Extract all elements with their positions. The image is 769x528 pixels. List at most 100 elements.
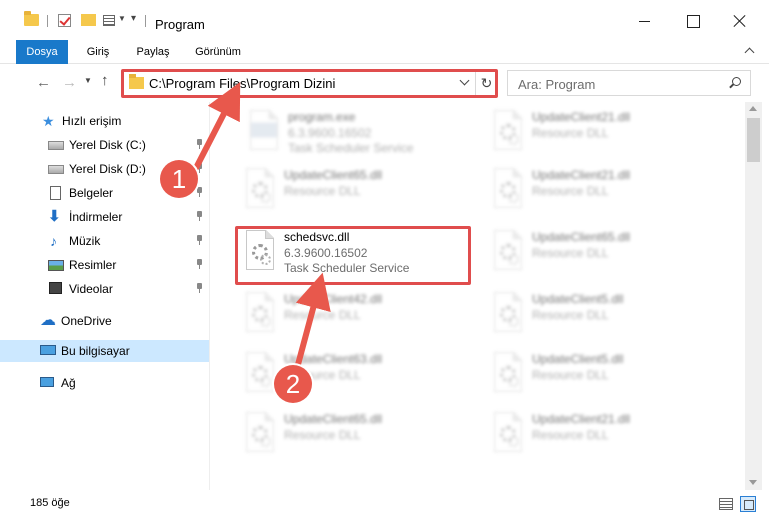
sidebar-item-label: Resimler [69, 258, 117, 272]
details-view-icon[interactable] [719, 498, 733, 510]
sidebar-item-label: Ağ [61, 376, 76, 390]
large-icons-view-icon[interactable] [740, 496, 756, 512]
list-item-schedsvc[interactable]: schedsvc.dll 6.3.9600.16502 Task Schedul… [236, 226, 466, 276]
refresh-icon[interactable]: ↻ [475, 71, 497, 95]
forward-arrow-icon[interactable]: → [62, 74, 77, 91]
sidebar-item-quick-access[interactable]: ★ Hızlı erişim [0, 110, 209, 132]
dll-file-icon [242, 352, 278, 394]
music-icon: ♪ [50, 233, 57, 249]
list-item[interactable]: UpdateClient21.dll Resource DLL [484, 106, 714, 156]
pin-icon [194, 282, 204, 294]
list-item[interactable]: UpdateClient21.dll Resource DLL [484, 408, 714, 458]
search-input[interactable]: Ara: Program [518, 77, 595, 92]
vertical-scrollbar[interactable] [745, 102, 762, 490]
pin-icon [194, 138, 204, 150]
file-description: Resource DLL [284, 308, 361, 322]
maximize-button[interactable] [686, 14, 700, 28]
sidebar-item-this-pc[interactable]: Bu bilgisayar [0, 340, 209, 362]
file-description: Task Scheduler Service [288, 141, 414, 155]
dll-file-icon [242, 168, 278, 210]
sidebar-item-downloads[interactable]: ⬇ İndirmeler [0, 206, 209, 228]
back-arrow-icon[interactable]: ← [36, 74, 51, 91]
file-description: Resource DLL [532, 428, 609, 442]
minimize-button[interactable] [638, 14, 652, 28]
ribbon: Dosya Giriş Paylaş Görünüm [0, 40, 769, 64]
dll-file-icon [490, 110, 526, 152]
expand-ribbon-icon[interactable] [744, 46, 758, 60]
sidebar-item-label: Yerel Disk (D:) [69, 162, 146, 176]
explorer-window: ▼ ▾ Program Dosya Giriş Paylaş Görünüm ←… [0, 0, 769, 528]
list-item[interactable]: UpdateClient5.dll Resource DLL [484, 288, 714, 338]
file-name: UpdateClient21.dll [532, 168, 631, 182]
list-item[interactable]: UpdateClient5.dll Resource DLL [484, 348, 714, 398]
properties-check-icon[interactable] [58, 14, 71, 27]
list-item[interactable]: UpdateClient65.dll Resource DLL [484, 226, 714, 276]
pin-icon [194, 234, 204, 246]
file-name: UpdateClient65.dll [284, 412, 383, 426]
search-icon[interactable] [728, 76, 742, 90]
sidebar-item-music[interactable]: ♪ Müzik [0, 230, 209, 252]
list-item[interactable]: program.exe 6.3.9600.16502 Task Schedule… [240, 106, 470, 156]
exe-file-icon [246, 110, 282, 152]
sidebar-item-label: Müzik [69, 234, 101, 248]
tab-file[interactable]: Dosya [16, 40, 68, 64]
folder-icon [129, 74, 144, 89]
document-icon [50, 186, 61, 200]
status-bar: 185 öğe [0, 490, 769, 528]
close-button[interactable] [733, 14, 747, 28]
file-description: Resource DLL [532, 246, 609, 260]
list-item[interactable]: UpdateClient65.dll Resource DLL [236, 164, 466, 214]
file-name: program.exe [288, 110, 356, 124]
file-name: UpdateClient5.dll [532, 352, 624, 366]
recent-locations-icon[interactable]: ▼ [84, 76, 92, 85]
dll-file-icon [490, 230, 526, 272]
customize-toolbar-icon[interactable]: ▾ [131, 13, 136, 24]
sidebar-item-disk-c[interactable]: Yerel Disk (C:) [0, 134, 209, 156]
window-title: Program [155, 17, 205, 32]
file-name: UpdateClient21.dll [532, 412, 631, 426]
pin-icon [194, 210, 204, 222]
chevron-down-icon[interactable]: ▼ [118, 14, 126, 23]
computer-icon [40, 345, 56, 355]
sidebar-item-label: Hızlı erişim [62, 114, 122, 128]
sidebar-item-label: Yerel Disk (C:) [69, 138, 146, 152]
tab-home[interactable]: Giriş [78, 40, 118, 64]
sidebar-item-onedrive[interactable]: ☁ OneDrive [0, 310, 209, 332]
pin-icon [194, 258, 204, 270]
sidebar-item-network[interactable]: Ağ [0, 372, 209, 394]
star-icon: ★ [42, 113, 55, 129]
list-item[interactable]: UpdateClient65.dll Resource DLL [236, 408, 466, 458]
dll-file-icon [490, 168, 526, 210]
list-item[interactable]: UpdateClient21.dll Resource DLL [484, 164, 714, 214]
properties-icon[interactable] [103, 15, 115, 26]
file-name: UpdateClient42.dll [284, 292, 383, 306]
sidebar-item-videos[interactable]: Videolar [0, 278, 209, 300]
sidebar-item-pictures[interactable]: Resimler [0, 254, 209, 276]
list-item[interactable]: UpdateClient63.dll Resource DLL [236, 348, 466, 398]
new-folder-icon[interactable] [81, 14, 96, 26]
file-name: UpdateClient63.dll [284, 352, 383, 366]
dll-file-icon [490, 292, 526, 334]
file-description: Task Scheduler Service [284, 261, 410, 275]
scroll-up-icon[interactable] [749, 106, 757, 111]
dll-file-icon [242, 292, 278, 334]
file-name: UpdateClient65.dll [532, 230, 631, 244]
chevron-down-icon[interactable] [460, 78, 469, 87]
address-path[interactable]: C:\Program Files\Program Dizini [149, 76, 335, 91]
scroll-thumb[interactable] [747, 118, 760, 162]
download-icon: ⬇ [48, 208, 61, 225]
list-item[interactable]: UpdateClient42.dll Resource DLL [236, 288, 466, 338]
sidebar-item-label: İndirmeler [69, 210, 123, 224]
address-bar[interactable]: C:\Program Files\Program Dizini ↻ [122, 70, 496, 96]
tab-share[interactable]: Paylaş [130, 40, 176, 64]
tab-view[interactable]: Görünüm [188, 40, 248, 64]
dll-file-icon [490, 412, 526, 454]
sidebar-item-label: OneDrive [61, 314, 112, 328]
scroll-down-icon[interactable] [749, 480, 757, 485]
folder-icon[interactable] [24, 11, 39, 26]
up-arrow-icon[interactable]: ↑ [101, 72, 109, 89]
search-box[interactable]: Ara: Program [507, 70, 751, 96]
step-badge-2: 2 [274, 365, 312, 403]
file-name: UpdateClient5.dll [532, 292, 624, 306]
file-description: Resource DLL [532, 308, 609, 322]
